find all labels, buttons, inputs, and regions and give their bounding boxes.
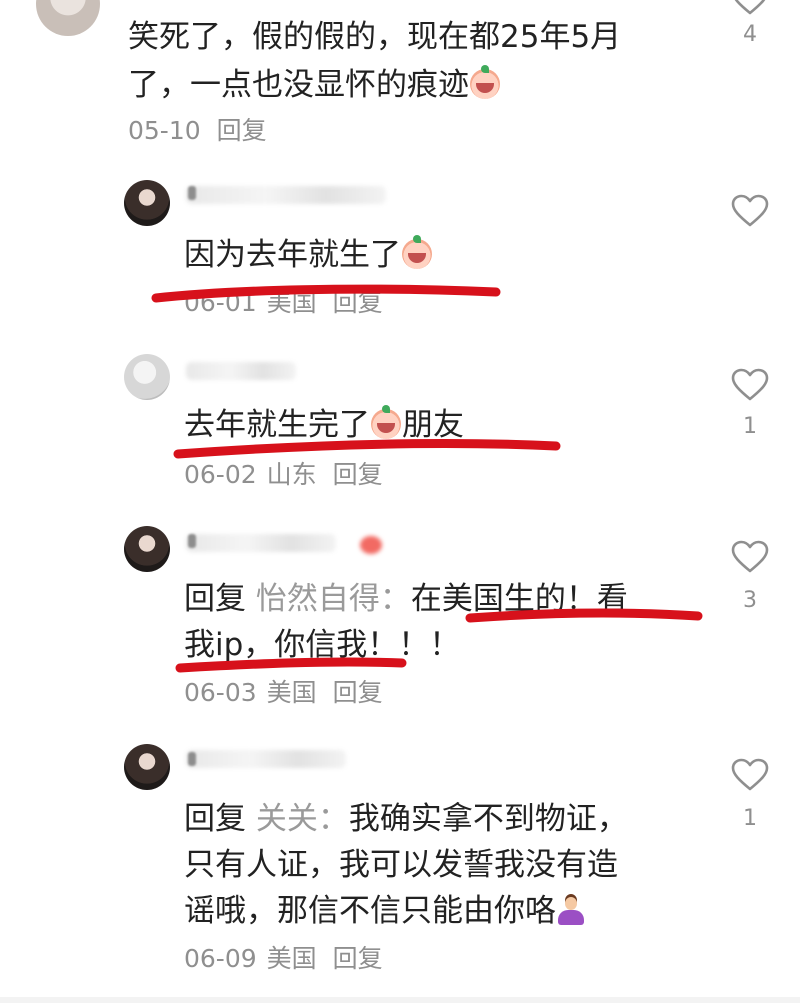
comment-text-segment: 朋友 (402, 407, 464, 443)
comment-text-segment: 去年就生完了 (184, 407, 370, 443)
heart-outline-icon[interactable] (731, 368, 769, 402)
comment-date: 05-10 (128, 116, 201, 145)
reply-target-user[interactable]: 关关： (256, 801, 349, 837)
like-count: 4 (743, 22, 757, 47)
comment-meta: 06-01 美国 回复 (184, 286, 383, 320)
reply-button[interactable]: 回复 (333, 944, 383, 973)
comment-meta: 06-09 美国 回复 (184, 942, 383, 976)
comment-text-line: 因为去年就生了 (184, 230, 433, 280)
comment-text-segment: 在美国生的！看 (410, 581, 628, 617)
avatar[interactable] (124, 354, 170, 400)
comment-text-segment: 了，一点也没显怀的痕迹 (128, 67, 469, 103)
comment-text-line: 去年就生完了 朋友 (184, 400, 464, 450)
avatar[interactable] (36, 0, 100, 36)
comment-location: 山东 (266, 460, 317, 489)
comment-date: 06-02 (184, 460, 257, 489)
heart-outline-icon[interactable] (731, 0, 769, 16)
heart-outline-icon[interactable] (731, 194, 769, 228)
reply-button[interactable]: 回复 (333, 288, 383, 317)
like-count: 3 (743, 588, 757, 613)
comment-meta: 06-03 美国 回复 (184, 676, 383, 710)
comment-text-line: 谣哦，那信不信只能由你咯 (184, 886, 586, 936)
reply-prefix: 回复 (184, 581, 246, 617)
comment-text-segment: 谣哦，那信不信只能由你咯 (184, 893, 556, 929)
comment-text-line: 我ip，你信我！！！ (184, 627, 461, 663)
comment-text-line: 回复 关关：我确实拿不到物证， (184, 794, 628, 844)
username-blurred-mark (188, 186, 196, 200)
laugh-cry-emoji-icon (371, 405, 401, 439)
comment-text-line: 回复 怡然自得：在美国生的！看 (184, 574, 628, 624)
comment-date: 06-01 (184, 288, 257, 317)
heart-outline-icon[interactable] (731, 758, 769, 792)
reply-button[interactable]: 回复 (333, 678, 383, 707)
username-blurred (186, 362, 296, 380)
comment-date: 06-09 (184, 944, 257, 973)
laugh-cry-emoji-icon (470, 65, 500, 99)
comment-location: 美国 (266, 288, 317, 317)
comment-text-line: 笑死了，假的假的，现在都25年5月 (128, 19, 622, 55)
username-blurred (186, 750, 346, 768)
laugh-cry-emoji-icon (402, 235, 432, 269)
reply-button[interactable]: 回复 (217, 116, 267, 145)
reply-prefix: 回复 (184, 801, 246, 837)
heart-outline-icon[interactable] (731, 540, 769, 574)
reply-target-user[interactable]: 怡然自得： (256, 581, 411, 617)
avatar[interactable] (124, 180, 170, 226)
comment-date: 06-03 (184, 678, 257, 707)
username-blurred (186, 534, 336, 552)
username-blurred (186, 186, 386, 204)
avatar[interactable] (124, 744, 170, 790)
comment-text-line: 了，一点也没显怀的痕迹 (128, 60, 501, 110)
shrug-emoji-icon (556, 895, 586, 925)
avatar[interactable] (124, 526, 170, 572)
comment-location: 美国 (266, 944, 317, 973)
comment-text-segment: 我确实拿不到物证， (348, 801, 628, 837)
like-count: 1 (743, 414, 757, 439)
username-blurred-mark (188, 534, 196, 548)
username-blurred-emoji (360, 536, 382, 554)
comment-meta: 05-10 回复 (128, 114, 267, 148)
comment-location: 美国 (266, 678, 317, 707)
comment-text-segment: 因为去年就生了 (184, 237, 401, 273)
comment-meta: 06-02 山东 回复 (184, 458, 383, 492)
list-bottom-divider (0, 997, 800, 1003)
comment-text-line: 只有人证，我可以发誓我没有造 (184, 847, 618, 883)
like-count: 1 (743, 806, 757, 831)
reply-button[interactable]: 回复 (333, 460, 383, 489)
username-blurred-mark (188, 752, 196, 766)
